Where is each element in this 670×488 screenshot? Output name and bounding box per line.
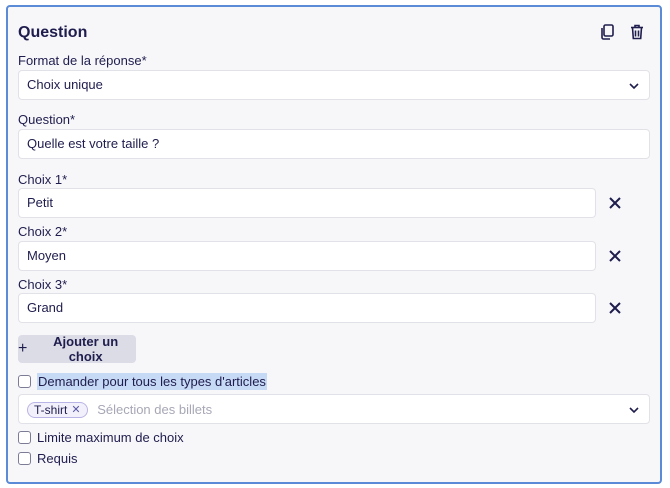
ask-all-checkbox[interactable] [18, 375, 31, 388]
tickets-select[interactable]: T-shirt ✕ Sélection des billets [18, 394, 650, 424]
choice-3-field[interactable] [18, 293, 596, 323]
choice-1-input[interactable] [27, 189, 587, 217]
add-choice-label: Ajouter un choix [53, 334, 119, 364]
remove-choice-3-icon[interactable] [606, 299, 624, 317]
choice-3-input[interactable] [27, 294, 587, 322]
close-icon[interactable]: ✕ [71, 402, 80, 418]
plus-icon: + [18, 340, 28, 357]
card-title: Question [18, 24, 88, 41]
ask-all-label: Demander pour tous les types d'articles [37, 373, 267, 390]
remove-choice-2-icon[interactable] [606, 247, 624, 265]
choice-2-input[interactable] [27, 242, 587, 270]
max-limit-row: Limite maximum de choix [18, 430, 184, 445]
choice-1-field[interactable] [18, 188, 596, 218]
question-card: Question Format de la réponse* Choix uni… [6, 5, 662, 484]
format-label: Format de la réponse* [18, 53, 147, 68]
format-value: Choix unique [27, 77, 103, 92]
chevron-down-icon [629, 407, 639, 414]
question-label: Question* [18, 112, 76, 127]
required-label: Requis [37, 451, 78, 466]
required-checkbox[interactable] [18, 452, 31, 465]
question-field[interactable] [18, 129, 650, 159]
chevron-down-icon [629, 83, 639, 90]
choice-2-label: Choix 2* [18, 224, 68, 239]
ticket-chip-label: T-shirt [34, 402, 68, 417]
question-input[interactable] [27, 130, 641, 158]
add-choice-button[interactable]: + Ajouter un choix [18, 334, 136, 364]
choice-3-label: Choix 3* [18, 277, 68, 292]
ticket-chip: T-shirt ✕ [27, 401, 88, 418]
max-limit-checkbox[interactable] [18, 431, 31, 444]
required-row: Requis [18, 451, 77, 466]
choice-2-field[interactable] [18, 241, 596, 271]
max-limit-label: Limite maximum de choix [37, 430, 184, 445]
ask-all-row: Demander pour tous les types d'articles [18, 373, 267, 390]
copy-icon[interactable] [598, 21, 616, 43]
card-header: Question [18, 21, 650, 45]
format-select[interactable]: Choix unique [18, 70, 650, 100]
choice-1-label: Choix 1* [18, 172, 68, 187]
trash-icon[interactable] [628, 21, 646, 43]
tickets-placeholder: Sélection des billets [97, 401, 213, 417]
remove-choice-1-icon[interactable] [606, 194, 624, 212]
